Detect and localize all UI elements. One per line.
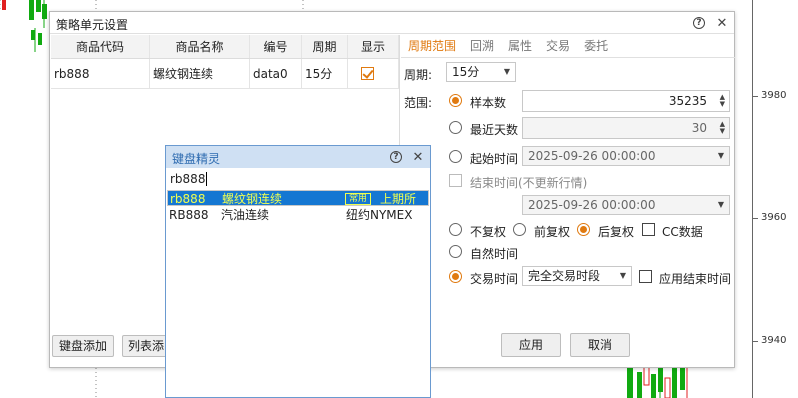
backward-adjust-radio[interactable] [577,223,590,236]
tab-underline [401,57,735,58]
recent-days-value: 30 [691,121,707,135]
end-time-value: 2025-09-26 00:00:00 [528,198,656,212]
forward-adjust-radio[interactable] [513,223,526,236]
result-code: RB888 [169,208,209,222]
trade-time-radio[interactable] [449,270,462,283]
natural-time-radio[interactable] [449,245,462,258]
keyboard-wizard-search-input[interactable]: rb888 [167,169,429,189]
dialog-title-bar: 策略单元设置 ? ✕ [50,12,734,34]
recent-days-input[interactable]: 30 ▲ ▼ [522,117,730,139]
apply-button[interactable]: 应用 [501,333,561,357]
cancel-button[interactable]: 取消 [570,333,630,357]
trade-time-label: 交易时间 [470,272,519,286]
list-add-button[interactable]: 列表添 [122,335,170,357]
period-value: 15分 [452,65,480,79]
search-value: rb888 [170,172,206,186]
tab-order[interactable]: 委托 [577,35,615,57]
sample-count-label: 样本数 [470,96,507,110]
trade-time-select[interactable]: 完全交易时段 ▼ [522,266,632,286]
keyboard-wizard-popup: 键盘精灵 ? ✕ rb888 rb888 螺纹钢连续 常用 上期所 RB888 … [165,145,431,398]
price-label: 3980 [761,90,787,101]
no-adjust-label: 不复权 [470,225,507,239]
dialog-title: 策略单元设置 [56,18,129,32]
column-header[interactable]: 周期 [302,35,348,58]
close-icon[interactable]: ✕ [410,149,426,165]
result-row[interactable]: rb888 螺纹钢连续 常用 上期所 [167,190,429,206]
help-icon[interactable]: ? [388,149,404,165]
settings-tabs: 周期范围 回溯 属性 交易 委托 [401,35,615,57]
range-label: 范围: [404,96,433,110]
symbol-table: 商品代码 商品名称 编号 周期 显示 rb888 螺纹钢连续 data0 15分 [51,35,399,89]
result-name: 汽油连续 [221,208,270,222]
recent-days-label: 最近天数 [470,123,519,137]
start-time-label: 起始时间 [470,152,519,166]
spinner-icon[interactable]: ▲ ▼ [720,94,725,108]
chevron-down-icon: ▼ [717,200,724,209]
trade-time-value: 完全交易时段 [528,269,601,283]
chevron-down-icon: ▼ [619,271,626,280]
price-axis: 3980 3960 3940 [752,0,798,398]
common-tag-badge: 常用 [345,193,372,205]
end-time-label: 结束时间(不更新行情) [470,176,588,190]
recent-days-radio[interactable] [449,121,462,134]
period-label: 周期: [404,68,433,82]
symbol-code-cell: rb888 [51,59,150,88]
show-checkbox[interactable] [361,67,374,80]
start-time-value: 2025-09-26 00:00:00 [528,149,656,163]
close-icon[interactable]: ✕ [714,15,730,31]
data-id-cell: data0 [250,59,302,88]
price-label: 3940 [761,335,787,346]
column-header[interactable]: 编号 [250,35,302,58]
period-cell: 15分 [302,59,348,88]
natural-time-label: 自然时间 [470,247,519,261]
result-exchange: 上期所 [380,192,417,206]
chevron-down-icon: ▼ [717,151,724,160]
tab-trade[interactable]: 交易 [539,35,577,57]
backward-adjust-label: 后复权 [598,225,635,239]
cc-data-checkbox[interactable] [642,223,655,236]
tab-period-range[interactable]: 周期范围 [401,35,463,57]
keyboard-add-button[interactable]: 键盘添加 [52,335,114,357]
apply-end-time-label: 应用结束时间 [659,272,732,286]
cc-data-label: CC数据 [662,225,703,239]
column-header[interactable]: 显示 [348,35,399,58]
apply-end-time-checkbox[interactable] [639,270,652,283]
price-label: 3960 [761,212,787,223]
start-time-select[interactable]: 2025-09-26 00:00:00 ▼ [522,146,730,166]
tab-backtrack[interactable]: 回溯 [463,35,501,57]
help-icon[interactable]: ? [691,15,707,31]
tab-properties[interactable]: 属性 [501,35,539,57]
keyboard-wizard-title-bar: 键盘精灵 ? ✕ [166,146,430,168]
table-header: 商品代码 商品名称 编号 周期 显示 [51,35,399,59]
period-select[interactable]: 15分 ▼ [446,62,516,82]
result-code: rb888 [170,192,206,206]
chevron-down-icon: ▼ [503,67,510,76]
show-cell [348,59,399,88]
column-header[interactable]: 商品名称 [150,35,250,58]
symbol-name-cell: 螺纹钢连续 [150,59,250,88]
column-header[interactable]: 商品代码 [51,35,150,58]
sample-count-value: 35235 [668,94,707,108]
sample-count-radio[interactable] [449,94,462,107]
start-time-radio[interactable] [449,150,462,163]
table-row[interactable]: rb888 螺纹钢连续 data0 15分 [51,59,399,89]
no-adjust-radio[interactable] [449,223,462,236]
spinner-icon[interactable]: ▲ ▼ [720,121,725,135]
end-time-select[interactable]: 2025-09-26 00:00:00 ▼ [522,195,730,215]
keyboard-wizard-title: 键盘精灵 [172,152,221,166]
sample-count-input[interactable]: 35235 ▲ ▼ [522,90,730,112]
result-row[interactable]: RB888 汽油连续 纽约NYMEX [167,207,429,223]
forward-adjust-label: 前复权 [534,225,571,239]
result-name: 螺纹钢连续 [222,192,283,206]
end-time-checkbox[interactable] [449,174,462,187]
result-exchange: 纽约NYMEX [346,208,413,222]
